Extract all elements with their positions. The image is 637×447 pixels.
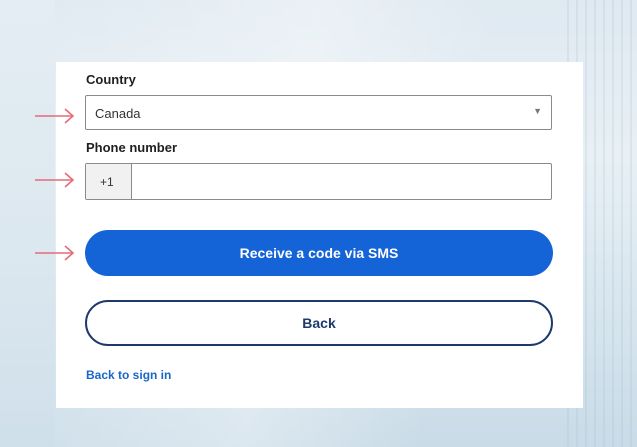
arrow-right-icon [33,107,77,125]
country-code-text: +1 [100,175,114,189]
country-code-prefix: +1 [86,164,132,199]
background-left-panel [0,0,55,447]
back-to-sign-in-link[interactable]: Back to sign in [86,368,171,382]
phone-number-field: +1 [85,163,552,200]
country-select[interactable]: Canada ▼ [85,95,552,130]
country-select-value: Canada [95,106,141,121]
sms-verification-card: Country Canada ▼ Phone number +1 Receive… [56,62,583,408]
chevron-down-icon: ▼ [533,106,542,116]
country-label: Country [86,72,136,87]
arrow-right-icon [33,244,77,262]
phone-number-input[interactable] [133,164,550,199]
receive-code-button[interactable]: Receive a code via SMS [85,230,553,276]
arrow-right-icon [33,171,77,189]
phone-number-label: Phone number [86,140,178,155]
back-button[interactable]: Back [85,300,553,346]
